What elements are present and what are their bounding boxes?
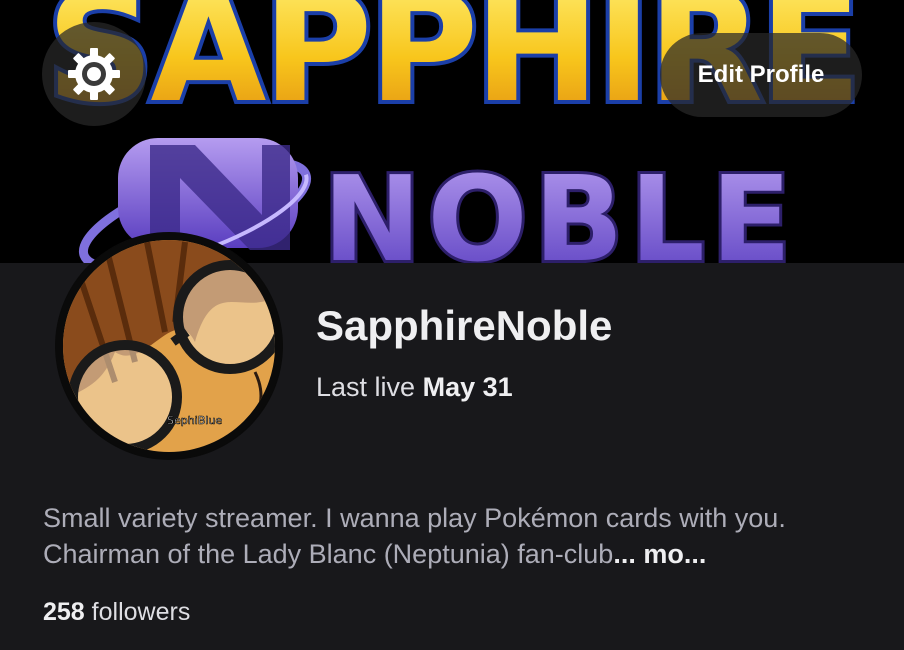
bio-more-link[interactable]: ... mo... bbox=[613, 539, 706, 569]
edit-profile-button[interactable]: Edit Profile bbox=[660, 33, 862, 117]
banner-title-bottom: NOBLE bbox=[323, 150, 798, 263]
last-live-date: May 31 bbox=[422, 372, 513, 402]
followers-count[interactable]: 258 followers bbox=[43, 598, 190, 627]
followers-label: followers bbox=[91, 598, 191, 626]
followers-number: 258 bbox=[43, 598, 85, 626]
gear-icon bbox=[68, 48, 120, 100]
last-live-status: Last live May 31 bbox=[316, 372, 513, 403]
avatar[interactable]: SephiBlue bbox=[55, 232, 283, 460]
last-live-prefix: Last live bbox=[316, 372, 416, 402]
settings-button[interactable] bbox=[42, 22, 146, 126]
avatar-signature: SephiBlue bbox=[167, 414, 222, 427]
channel-bio[interactable]: Small variety streamer. I wanna play Pok… bbox=[43, 500, 873, 572]
channel-name: SapphireNoble bbox=[316, 302, 613, 349]
